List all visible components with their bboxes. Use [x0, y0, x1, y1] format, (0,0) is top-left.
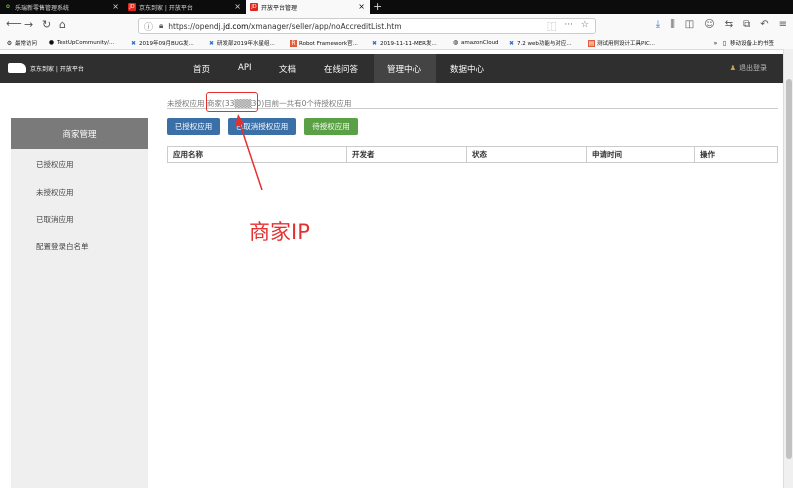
annotation-label: 商家IP [249, 220, 310, 244]
arrow-icon [235, 114, 263, 191]
scrollbar-thumb[interactable] [786, 79, 792, 459]
scrollbar[interactable] [783, 49, 793, 488]
